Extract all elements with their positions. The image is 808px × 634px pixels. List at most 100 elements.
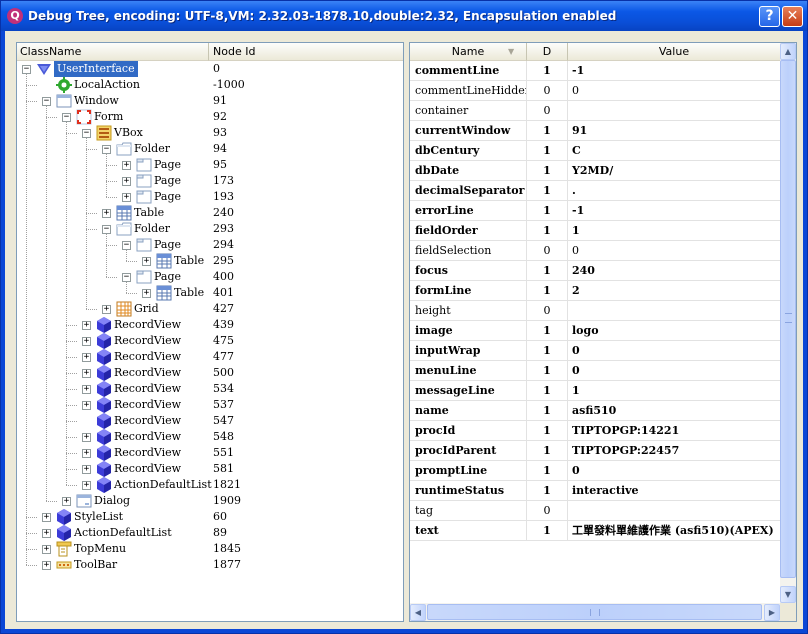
tree-node[interactable]: − Page 400 bbox=[17, 269, 403, 285]
column-header-d[interactable]: D bbox=[527, 43, 568, 61]
collapse-toggle[interactable]: − bbox=[62, 113, 71, 122]
expand-toggle[interactable]: + bbox=[82, 433, 91, 442]
collapse-toggle[interactable]: − bbox=[22, 65, 31, 74]
property-value[interactable]: 240 bbox=[568, 261, 780, 280]
tree-node[interactable]: + RecordView 581 bbox=[17, 461, 403, 477]
tree-node[interactable]: − Folder 94 bbox=[17, 141, 403, 157]
tree-node[interactable]: − Form 92 bbox=[17, 109, 403, 125]
tree-node[interactable]: + RecordView 477 bbox=[17, 349, 403, 365]
expand-toggle[interactable]: + bbox=[82, 449, 91, 458]
property-row[interactable]: container 0 bbox=[410, 101, 780, 121]
property-row[interactable]: name 1 asfi510 bbox=[410, 401, 780, 421]
expand-toggle[interactable]: + bbox=[82, 369, 91, 378]
tree-node[interactable]: + RecordView 551 bbox=[17, 445, 403, 461]
expand-toggle[interactable]: + bbox=[122, 193, 131, 202]
property-row[interactable]: fieldOrder 1 1 bbox=[410, 221, 780, 241]
expand-toggle[interactable]: + bbox=[62, 497, 71, 506]
tree-node[interactable]: − Folder 293 bbox=[17, 221, 403, 237]
property-value[interactable]: 0 bbox=[568, 241, 780, 260]
tree-node[interactable]: − VBox 93 bbox=[17, 125, 403, 141]
property-value[interactable]: -1 bbox=[568, 201, 780, 220]
horizontal-scroll-thumb[interactable] bbox=[427, 604, 762, 620]
tree-node[interactable]: LocalAction -1000 bbox=[17, 77, 403, 93]
help-button[interactable]: ? bbox=[759, 6, 780, 27]
property-value[interactable]: 91 bbox=[568, 121, 780, 140]
vertical-scrollbar[interactable]: ▲ ▼ bbox=[780, 43, 796, 603]
property-value[interactable]: -1 bbox=[568, 61, 780, 80]
property-value[interactable]: 0 bbox=[568, 361, 780, 380]
property-row[interactable]: focus 1 240 bbox=[410, 261, 780, 281]
horizontal-scrollbar[interactable]: ◀ ▶ bbox=[410, 603, 780, 621]
property-value[interactable]: C bbox=[568, 141, 780, 160]
collapse-toggle[interactable]: − bbox=[102, 145, 111, 154]
property-value[interactable]: interactive bbox=[568, 481, 780, 500]
tree-node[interactable]: + RecordView 534 bbox=[17, 381, 403, 397]
expand-toggle[interactable]: + bbox=[82, 385, 91, 394]
tree-node[interactable]: + Table 401 bbox=[17, 285, 403, 301]
property-value[interactable] bbox=[568, 101, 780, 120]
property-value[interactable]: 0 bbox=[568, 341, 780, 360]
tree-node[interactable]: + Dialog 1909 bbox=[17, 493, 403, 509]
collapse-toggle[interactable]: − bbox=[42, 97, 51, 106]
tree-pane[interactable]: ClassName Node Id − UserInterface 0 LocalAc… bbox=[16, 42, 404, 622]
property-row[interactable]: dbDate 1 Y2MD/ bbox=[410, 161, 780, 181]
expand-toggle[interactable]: + bbox=[82, 353, 91, 362]
tree-node[interactable]: − Page 294 bbox=[17, 237, 403, 253]
property-row[interactable]: text 1 工單發料單維護作業 (asfi510)(APEX) bbox=[410, 521, 780, 541]
column-header-value[interactable]: Value bbox=[568, 43, 780, 61]
properties-pane[interactable]: Name ▼ D Value commentLine 1 -1 commentLine… bbox=[409, 42, 797, 622]
expand-toggle[interactable]: + bbox=[42, 529, 51, 538]
tree-node[interactable]: + RecordView 439 bbox=[17, 317, 403, 333]
tree-node[interactable]: + StyleList 60 bbox=[17, 509, 403, 525]
expand-toggle[interactable]: + bbox=[82, 465, 91, 474]
collapse-toggle[interactable]: − bbox=[82, 129, 91, 138]
property-row[interactable]: promptLine 1 0 bbox=[410, 461, 780, 481]
property-row[interactable]: menuLine 1 0 bbox=[410, 361, 780, 381]
property-row[interactable]: formLine 1 2 bbox=[410, 281, 780, 301]
property-row[interactable]: runtimeStatus 1 interactive bbox=[410, 481, 780, 501]
property-row[interactable]: commentLine 1 -1 bbox=[410, 61, 780, 81]
expand-toggle[interactable]: + bbox=[142, 289, 151, 298]
property-row[interactable]: messageLine 1 1 bbox=[410, 381, 780, 401]
scroll-right-button[interactable]: ▶ bbox=[764, 604, 780, 621]
expand-toggle[interactable]: + bbox=[82, 337, 91, 346]
tree-node[interactable]: + Page 173 bbox=[17, 173, 403, 189]
tree-node[interactable]: + Grid 427 bbox=[17, 301, 403, 317]
column-header-nodeid[interactable]: Node Id bbox=[209, 43, 403, 61]
expand-toggle[interactable]: + bbox=[102, 209, 111, 218]
tree-node[interactable]: − UserInterface 0 bbox=[17, 61, 403, 77]
tree-node[interactable]: + TopMenu 1845 bbox=[17, 541, 403, 557]
tree-node[interactable]: + RecordView 548 bbox=[17, 429, 403, 445]
property-value[interactable]: Y2MD/ bbox=[568, 161, 780, 180]
expand-toggle[interactable]: + bbox=[122, 177, 131, 186]
property-value[interactable]: . bbox=[568, 181, 780, 200]
scroll-down-button[interactable]: ▼ bbox=[780, 586, 796, 603]
property-row[interactable]: dbCentury 1 C bbox=[410, 141, 780, 161]
tree-node[interactable]: + ToolBar 1877 bbox=[17, 557, 403, 573]
property-value[interactable] bbox=[568, 301, 780, 320]
expand-toggle[interactable]: + bbox=[142, 257, 151, 266]
vertical-scroll-thumb[interactable] bbox=[780, 60, 796, 578]
tree-node[interactable]: + RecordView 500 bbox=[17, 365, 403, 381]
property-row[interactable]: commentLineHidden 0 0 bbox=[410, 81, 780, 101]
tree-node[interactable]: RecordView 547 bbox=[17, 413, 403, 429]
property-row[interactable]: fieldSelection 0 0 bbox=[410, 241, 780, 261]
tree-node[interactable]: − Window 91 bbox=[17, 93, 403, 109]
collapse-toggle[interactable]: − bbox=[122, 241, 131, 250]
property-row[interactable]: image 1 logo bbox=[410, 321, 780, 341]
tree-node[interactable]: + Table 240 bbox=[17, 205, 403, 221]
property-value[interactable]: 0 bbox=[568, 461, 780, 480]
property-row[interactable]: errorLine 1 -1 bbox=[410, 201, 780, 221]
column-header-classname[interactable]: ClassName bbox=[17, 43, 209, 61]
expand-toggle[interactable]: + bbox=[82, 481, 91, 490]
tree-node[interactable]: + Table 295 bbox=[17, 253, 403, 269]
expand-toggle[interactable]: + bbox=[102, 305, 111, 314]
property-value[interactable] bbox=[568, 501, 780, 520]
property-row[interactable]: currentWindow 1 91 bbox=[410, 121, 780, 141]
collapse-toggle[interactable]: − bbox=[102, 225, 111, 234]
property-value[interactable]: TIPTOPGP:14221 bbox=[568, 421, 780, 440]
property-row[interactable]: decimalSeparator 1. bbox=[410, 181, 780, 201]
property-row[interactable]: tag 0 bbox=[410, 501, 780, 521]
tree-node[interactable]: + ActionDefaultList 89 bbox=[17, 525, 403, 541]
property-row[interactable]: procIdParent 1 TIPTOPGP:22457 bbox=[410, 441, 780, 461]
